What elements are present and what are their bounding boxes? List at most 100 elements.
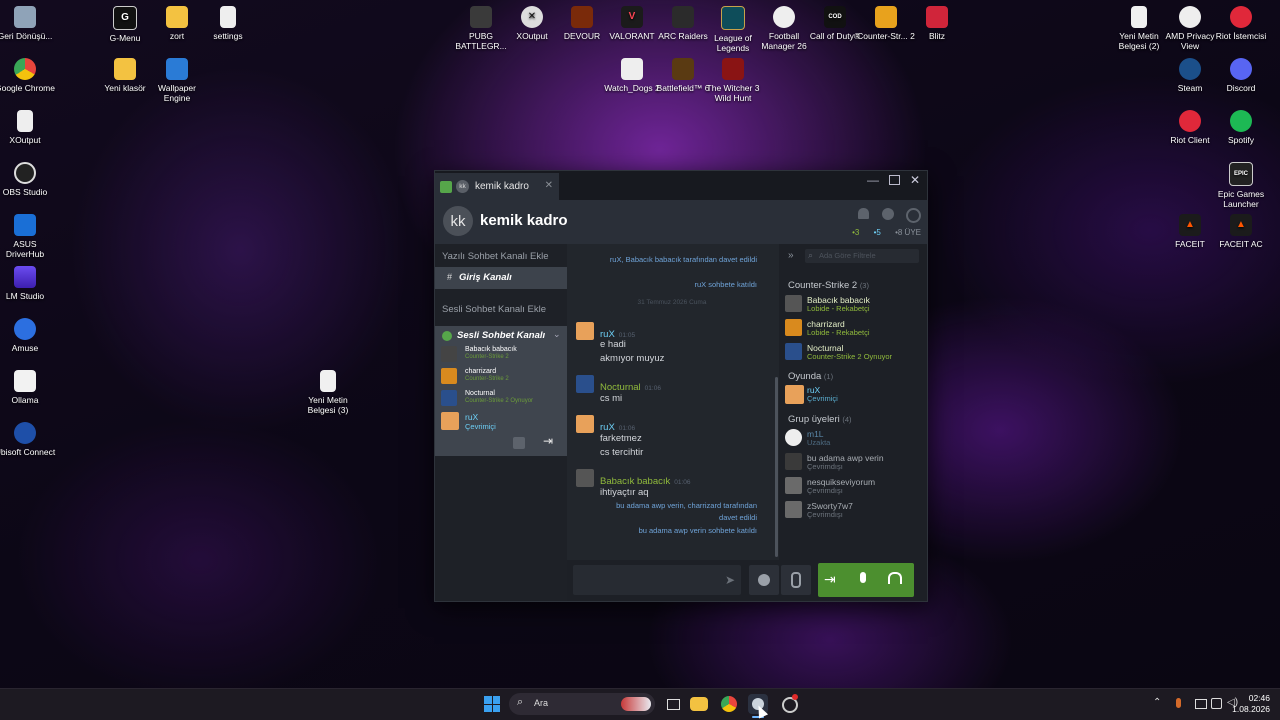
leave-voice-icon[interactable]: ⇥: [543, 434, 553, 448]
desktop-icon-lmstudio[interactable]: LM Studio: [0, 266, 56, 301]
tab-title: kemik kadro: [475, 181, 529, 192]
taskbar-search[interactable]: ⌕ Ara: [509, 693, 655, 715]
chat-tab[interactable]: kk kemik kadro ✕: [435, 173, 559, 200]
leave-voice-button[interactable]: ⇥: [824, 571, 836, 588]
tray-network-icon[interactable]: [1211, 698, 1222, 709]
settings-gear-icon[interactable]: [906, 208, 921, 223]
chat-scrollbar[interactable]: [775, 377, 778, 557]
desktop-icon-riot-istemcisi[interactable]: Riot İstemcisi: [1210, 6, 1272, 41]
voice-member[interactable]: charrizard Counter-Strike 2: [441, 368, 566, 388]
avatar: [785, 295, 802, 312]
desktop-icon-xoutput[interactable]: XOutput: [0, 110, 56, 145]
asus-icon: [14, 214, 36, 236]
desktop-icon-spotify[interactable]: Spotify: [1210, 110, 1272, 145]
avatar[interactable]: [576, 322, 594, 340]
desktop-icon-ollama[interactable]: Ollama: [0, 370, 56, 405]
group-avatar[interactable]: kk: [443, 206, 473, 236]
avatar[interactable]: [576, 375, 594, 393]
group-title: kemik kadro: [480, 212, 568, 229]
avatar[interactable]: [576, 469, 594, 487]
member-row[interactable]: charrizard Lobide - Rekabetçi: [785, 319, 925, 341]
clock-date: 1.08.2026: [1232, 704, 1270, 714]
section-header-online[interactable]: Oyunda (1): [788, 371, 833, 382]
add-voice-channel-button[interactable]: Sesli Sohbet Kanalı Ekle: [442, 304, 546, 315]
task-view-icon[interactable]: [663, 694, 683, 714]
desktop-icon-obs[interactable]: OBS Studio: [0, 162, 56, 197]
steam-group-chat-window: kk kemik kadro ✕ — ✕ kk kemik kadro •3 •…: [434, 170, 928, 602]
desktop-icon-faceit-ac[interactable]: ▲ FACEIT AC: [1210, 214, 1272, 249]
add-text-channel-button[interactable]: Yazılı Sohbet Kanalı Ekle: [442, 251, 549, 262]
avatar: [441, 412, 459, 430]
attach-button[interactable]: [781, 565, 811, 595]
voice-settings-icon[interactable]: [513, 437, 525, 449]
voice-member[interactable]: Nocturnal Counter-Strike 2 Oynuyor: [441, 390, 566, 410]
folder-icon: [114, 58, 136, 80]
avatar[interactable]: [576, 415, 594, 433]
channel-giris-kanali[interactable]: # Giriş Kanalı: [435, 267, 567, 289]
avatar: [785, 343, 802, 360]
tray-microphone-icon[interactable]: [1176, 698, 1181, 708]
desktop-icon-blitz[interactable]: Blitz: [906, 6, 968, 41]
voice-channel-box[interactable]: Sesli Sohbet Kanalı ⌄ Babacık babacık Cou…: [435, 326, 567, 456]
minimize-icon[interactable]: —: [867, 173, 879, 187]
text-file-icon: [320, 370, 336, 392]
member-row[interactable]: m1L Uzakta: [785, 429, 925, 451]
message-input[interactable]: ➤: [573, 565, 741, 595]
member-row[interactable]: ruX Çevrimiçi: [785, 385, 925, 407]
tab-close-icon[interactable]: ✕: [545, 180, 553, 191]
search-highlight-image: [621, 697, 651, 711]
tab-avatar: kk: [456, 180, 469, 193]
member-filter-input[interactable]: ⌕ Ada Göre Filtrele: [805, 249, 919, 263]
member-row[interactable]: nesquikseviyorum Çevrimdışı: [785, 477, 925, 499]
member-row[interactable]: Babacık babacık Lobide - Rekabetçi: [785, 295, 925, 317]
desktop-icon-amuse[interactable]: Amuse: [0, 318, 56, 353]
voice-member[interactable]: Babacık babacık Counter-Strike 2: [441, 346, 566, 366]
voice-member[interactable]: ruX Çevrimiçi: [441, 412, 566, 432]
lmstudio-icon: [14, 266, 36, 288]
system-message: bu adama awp verin sohbete katıldı: [638, 526, 757, 535]
arc-raiders-icon: [672, 6, 694, 28]
desktop-icon-epic[interactable]: EPIC Epic Games Launcher: [1210, 162, 1272, 209]
avatar: [785, 501, 802, 518]
emoji-button[interactable]: [749, 565, 779, 595]
member-row[interactable]: Nocturnal Counter-Strike 2 Oynuyor: [785, 343, 925, 365]
taskbar-clock[interactable]: 02:46 1.08.2026: [1226, 693, 1270, 715]
chevron-down-icon[interactable]: ⌄: [553, 329, 561, 340]
member-row[interactable]: bu adama awp verin Çevrimdışı: [785, 453, 925, 475]
add-friend-icon[interactable]: [882, 208, 894, 220]
section-header-cs2[interactable]: Counter-Strike 2 (3): [788, 280, 869, 291]
avatar: [441, 368, 457, 384]
steam-icon: [1179, 58, 1201, 80]
desktop-icon-ubisoft[interactable]: Ubisoft Connect: [0, 422, 56, 457]
collapse-panel-icon[interactable]: »: [788, 250, 794, 261]
text-file-icon: [1131, 6, 1147, 28]
desktop-icon-textfile-3[interactable]: Yeni Metin Belgesi (3): [297, 370, 359, 415]
tray-chevron-up-icon[interactable]: ⌃: [1153, 697, 1161, 708]
file-explorer-icon[interactable]: [690, 697, 708, 711]
chat-input-bar: ➤ ⇥: [567, 560, 927, 601]
desktop-icon-witcher[interactable]: The Witcher 3 Wild Hunt: [702, 58, 764, 103]
desktop-icon-settings[interactable]: settings: [197, 6, 259, 41]
desktop-icon-wallpaper-engine[interactable]: Wallpaper Engine: [146, 58, 208, 103]
member-row[interactable]: zSworty7w7 Çevrimdışı: [785, 501, 925, 523]
tray-display-icon[interactable]: [1195, 699, 1207, 709]
blitz-taskbar-icon[interactable]: [779, 694, 799, 714]
headphones-icon[interactable]: [888, 572, 902, 584]
bell-icon[interactable]: [858, 208, 869, 219]
search-icon: ⌕: [808, 250, 814, 260]
faceit-ac-icon: ▲: [1230, 214, 1252, 236]
desktop-icon-discord[interactable]: Discord: [1210, 58, 1272, 93]
microphone-icon[interactable]: [860, 572, 866, 583]
desktop-icon-chrome[interactable]: Google Chrome: [0, 58, 56, 93]
avatar: [785, 453, 802, 470]
maximize-icon[interactable]: [889, 175, 900, 185]
system-message: bu adama awp verin, charrizard tarafında…: [616, 501, 757, 522]
section-header-group[interactable]: Grup üyeleri (4): [788, 414, 852, 425]
desktop-icon-asus[interactable]: ASUS DriverHub: [0, 214, 56, 259]
desktop-icon-recycle-bin[interactable]: Geri Dönüşü...: [0, 6, 56, 41]
message-text: cs tercihtir: [600, 447, 644, 458]
start-button[interactable]: [484, 696, 500, 712]
chrome-taskbar-icon[interactable]: [721, 696, 737, 712]
send-icon[interactable]: ➤: [725, 573, 735, 587]
close-icon[interactable]: ✕: [910, 173, 920, 187]
